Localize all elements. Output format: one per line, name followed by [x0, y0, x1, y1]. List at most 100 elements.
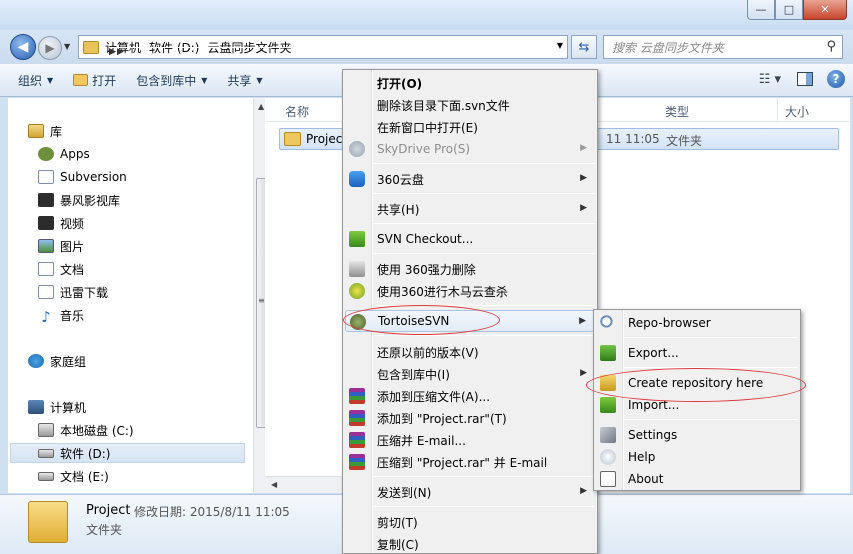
navigation-pane: 库 Apps Subversion 暴风影视库 视频 图片 文档 迅雷下载 ♪ 音…: [8, 98, 270, 493]
forward-button[interactable]: ▶: [38, 36, 62, 60]
nav-item-video[interactable]: 视频: [38, 213, 275, 233]
chevron-right-icon: ▶: [580, 173, 587, 183]
menu-separator: [373, 476, 595, 477]
back-button[interactable]: ◀: [10, 34, 36, 60]
menu-item-share[interactable]: 共享(H) ▶: [345, 198, 595, 220]
file-type: 文件夹: [666, 134, 703, 148]
menu-item-360-trojan-scan[interactable]: 使用360进行木马云查杀: [345, 280, 595, 302]
menu-separator: [373, 335, 595, 336]
svn-checkout-icon: [349, 231, 365, 247]
menu-item-include-library[interactable]: 包含到库中(I) ▶: [345, 363, 595, 385]
winrar-icon: [349, 432, 365, 448]
nav-item-xunlei[interactable]: 迅雷下载: [38, 282, 275, 302]
preview-pane-icon[interactable]: [797, 72, 813, 86]
chevron-right-icon: ▶: [580, 143, 587, 153]
menu-item-open-new-window[interactable]: 在新窗口中打开(E): [345, 116, 595, 138]
open-button[interactable]: 打开: [73, 72, 116, 89]
refresh-icon: ⇆: [578, 39, 590, 55]
view-options-icon[interactable]: ☷ ▾: [759, 72, 781, 87]
chevron-down-icon: ▼: [256, 75, 263, 85]
folder-large-icon: [28, 501, 68, 543]
minimize-button[interactable]: —: [747, 0, 775, 20]
menu-item-add-project-rar[interactable]: 添加到 "Project.rar"(T): [345, 407, 595, 429]
nav-item-homegroup[interactable]: 家庭组: [28, 351, 265, 371]
column-header-size[interactable]: 大小: [785, 103, 809, 120]
menu-item-svn-checkout[interactable]: SVN Checkout...: [345, 228, 595, 250]
maximize-button[interactable]: □: [775, 0, 803, 20]
submenu-item-repo-browser[interactable]: Repo-browser: [596, 312, 798, 334]
library-icon: [28, 124, 44, 138]
nav-item-video-library[interactable]: 暴风影视库: [38, 190, 275, 210]
nav-item-drive-e[interactable]: 文档 (E:): [38, 466, 275, 486]
menu-item-open[interactable]: 打开(O): [345, 72, 595, 94]
menu-item-delete-svn[interactable]: 删除该目录下面.svn文件: [345, 94, 595, 116]
include-library-button[interactable]: 包含到库中 ▼: [136, 72, 207, 89]
menu-item-360-cloud[interactable]: 360云盘 ▶: [345, 168, 595, 190]
nav-item-documents[interactable]: 文档: [38, 259, 275, 279]
menu-item-cut[interactable]: 剪切(T): [345, 511, 595, 533]
winrar-icon: [349, 454, 365, 470]
nav-item-apps[interactable]: Apps: [38, 144, 275, 164]
nav-item-computer[interactable]: 计算机: [28, 397, 265, 417]
column-divider[interactable]: [777, 98, 778, 122]
nav-item-drive-c[interactable]: 本地磁盘 (C:): [38, 420, 275, 440]
menu-item-compress-rar-email[interactable]: 压缩到 "Project.rar" 并 E-mail: [345, 451, 595, 473]
submenu-item-import[interactable]: Import...: [596, 394, 798, 416]
tortoise-icon: [350, 314, 366, 330]
menu-item-copy[interactable]: 复制(C): [345, 533, 595, 554]
menu-item-360-shred[interactable]: 使用 360强力删除: [345, 258, 595, 280]
nav-item-drive-d[interactable]: 软件 (D:): [10, 443, 245, 463]
address-bar[interactable]: ▶计算机 ▶软件 (D:) ▶云盘同步文件夹▶ ▼: [78, 35, 568, 59]
context-menu: 打开(O) 删除该目录下面.svn文件 在新窗口中打开(E) SkyDrive …: [342, 69, 598, 554]
nav-item-music[interactable]: ♪ 音乐: [38, 305, 275, 326]
nav-item-pictures[interactable]: 图片: [38, 236, 275, 256]
menu-item-compress-email[interactable]: 压缩并 E-mail...: [345, 429, 595, 451]
search-icon: ⚲: [826, 39, 836, 54]
menu-item-add-archive[interactable]: 添加到压缩文件(A)...: [345, 385, 595, 407]
submenu-item-export[interactable]: Export...: [596, 342, 798, 364]
file-name: Project: [306, 132, 348, 146]
history-dropdown-icon[interactable]: ▼: [64, 42, 70, 51]
submenu-item-create-repository[interactable]: Create repository here: [596, 372, 798, 394]
chevron-right-icon: ▶: [117, 46, 339, 57]
details-modified: 修改日期: 2015/8/11 11:05: [134, 505, 290, 519]
help-icon[interactable]: ?: [827, 70, 845, 88]
chevron-right-icon: ▶: [580, 486, 587, 496]
search-input[interactable]: 搜索 云盘同步文件夹 ⚲: [603, 35, 843, 59]
address-dropdown-icon[interactable]: ▼: [557, 41, 563, 50]
download-icon: [38, 285, 54, 299]
menu-separator: [624, 419, 798, 420]
shredder-icon: [349, 261, 365, 277]
menu-item-send-to[interactable]: 发送到(N) ▶: [345, 481, 595, 503]
submenu-item-about[interactable]: About: [596, 468, 798, 490]
menu-item-restore-versions[interactable]: 还原以前的版本(V): [345, 341, 595, 363]
column-header-type[interactable]: 类型: [665, 103, 689, 120]
share-button[interactable]: 共享 ▼: [227, 72, 262, 89]
close-button[interactable]: ✕: [803, 0, 847, 20]
folder-icon: [83, 40, 99, 54]
menu-item-tortoisesvn[interactable]: TortoiseSVN ▶: [345, 310, 595, 332]
skydrive-icon: [349, 141, 365, 157]
export-icon: [600, 345, 616, 361]
scroll-left-icon[interactable]: ◀: [271, 480, 277, 489]
arrow-left-icon: ◀: [17, 39, 29, 55]
column-header-name[interactable]: 名称: [285, 103, 309, 120]
nav-item-subversion[interactable]: Subversion: [38, 167, 275, 187]
music-icon: ♪: [41, 308, 51, 326]
submenu-item-help[interactable]: Help: [596, 446, 798, 468]
organize-button[interactable]: 组织 ▼: [18, 72, 53, 89]
menu-separator: [373, 506, 595, 507]
chevron-down-icon: ▼: [47, 75, 54, 85]
window-controls: — □ ✕: [747, 0, 847, 20]
nav-item-library[interactable]: 库: [28, 121, 265, 141]
submenu-item-settings[interactable]: Settings: [596, 424, 798, 446]
refresh-button[interactable]: ⇆: [571, 35, 597, 59]
menu-separator: [624, 367, 798, 368]
navigation-bar: ◀ ▶ ▼ ▶计算机 ▶软件 (D:) ▶云盘同步文件夹▶ ▼ ⇆ 搜索 云盘同…: [0, 30, 853, 64]
chevron-right-icon: ▶: [579, 316, 586, 326]
menu-item-skydrive[interactable]: SkyDrive Pro(S) ▶: [345, 138, 595, 160]
arrow-right-icon: ▶: [45, 41, 55, 55]
scroll-up-icon[interactable]: ▲: [258, 102, 264, 111]
drive-d-icon: [38, 448, 54, 458]
breadcrumb-sync-folder[interactable]: ▶ 云盘同步文件夹 ▶: [109, 39, 339, 57]
